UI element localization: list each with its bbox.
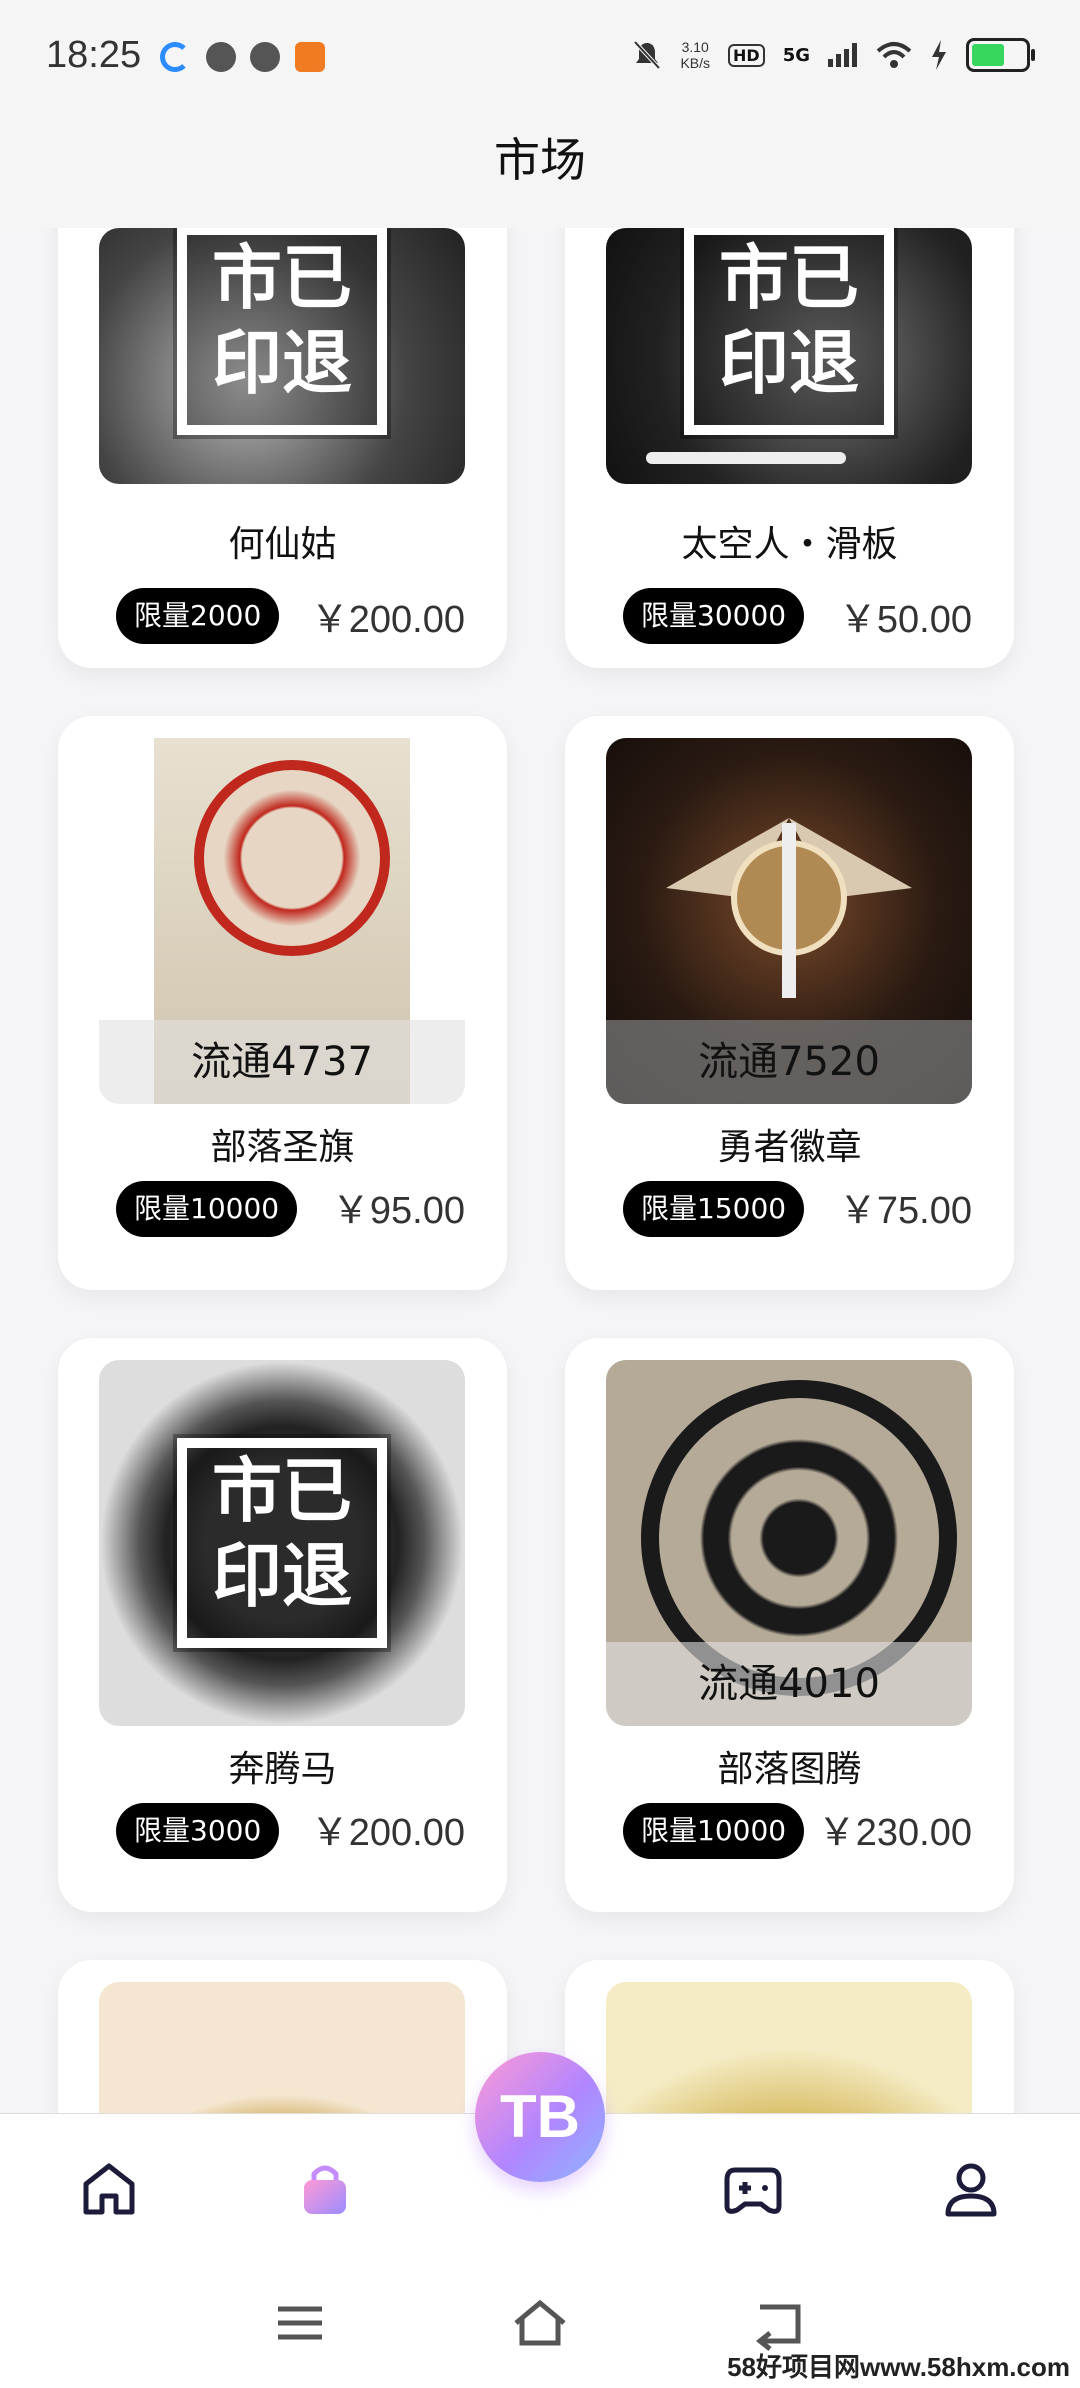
limit-badge: 限量10000 bbox=[116, 1181, 298, 1237]
back-icon[interactable] bbox=[750, 2293, 810, 2353]
hd-badge: HD bbox=[728, 43, 765, 67]
status-right: 3.10 KB/s HD 5G bbox=[632, 38, 1035, 72]
item-name: 何仙姑 bbox=[228, 524, 337, 565]
item-image bbox=[606, 1982, 972, 2113]
signal-icon bbox=[828, 43, 857, 67]
status-bar: 18:25 3.10 KB/s HD 5G bbox=[0, 0, 1080, 120]
limit-badge: 限量15000 bbox=[623, 1181, 805, 1237]
item-name: 太空人・滑板 bbox=[681, 524, 898, 565]
limit-badge: 限量10000 bbox=[623, 1803, 805, 1859]
item-price: ￥95.00 bbox=[331, 1190, 465, 1232]
skateboard-shape bbox=[646, 452, 846, 464]
item-name: 部落圣旗 bbox=[210, 1127, 355, 1168]
nav-home[interactable] bbox=[74, 2154, 144, 2224]
tb-center-button[interactable]: TB bbox=[475, 2052, 605, 2182]
limit-badge: 限量2000 bbox=[116, 588, 280, 644]
network-type: 5G bbox=[782, 44, 810, 66]
item-price: ￥230.00 bbox=[817, 1812, 972, 1854]
item-name: 部落图腾 bbox=[717, 1749, 862, 1790]
charging-icon bbox=[932, 40, 946, 70]
market-card[interactable]: 市已 印退 太空人・滑板 限量30000 ￥50.00 bbox=[565, 228, 1014, 668]
market-card[interactable] bbox=[58, 1960, 507, 2113]
limit-badge: 限量3000 bbox=[116, 1803, 280, 1859]
winged-sword-emblem bbox=[666, 818, 912, 998]
item-price: ￥200.00 bbox=[310, 1812, 465, 1854]
item-name: 奔腾马 bbox=[228, 1749, 337, 1790]
page-header: 市场 bbox=[0, 120, 1080, 228]
nav-profile[interactable] bbox=[936, 2154, 1006, 2224]
wifi-icon bbox=[876, 42, 912, 68]
market-card[interactable]: 流通4737 部落圣旗 限量10000 ￥95.00 bbox=[58, 716, 507, 1290]
item-name: 勇者徽章 bbox=[717, 1127, 862, 1168]
mute-icon bbox=[633, 40, 661, 70]
system-nav-bar: 58好项目网www.58hxm.com bbox=[0, 2253, 1080, 2388]
message-icon bbox=[206, 42, 236, 72]
limit-badge: 限量30000 bbox=[623, 588, 805, 644]
menu-icon[interactable] bbox=[270, 2293, 330, 2353]
circulation-overlay: 流通4737 bbox=[99, 1020, 465, 1104]
nav-market[interactable] bbox=[290, 2154, 360, 2224]
market-card[interactable]: 流通4010 部落图腾 限量10000 ￥230.00 bbox=[565, 1338, 1014, 1912]
shopping-bag-icon bbox=[304, 2165, 346, 2214]
item-image: 市已 印退 bbox=[606, 228, 972, 484]
home-nav-icon[interactable] bbox=[510, 2293, 570, 2353]
net-speed: 3.10 KB/s bbox=[680, 39, 711, 71]
market-card[interactable]: 流通7520 勇者徽章 限量15000 ￥75.00 bbox=[565, 716, 1014, 1290]
item-price: ￥200.00 bbox=[310, 599, 465, 641]
gamepad-icon bbox=[724, 2167, 782, 2214]
circulation-overlay: 流通7520 bbox=[606, 1020, 972, 1104]
market-card[interactable]: 市已 印退 何仙姑 限量2000 ￥200.00 bbox=[58, 228, 507, 668]
item-price: ￥75.00 bbox=[838, 1190, 972, 1232]
speedometer-icon bbox=[250, 42, 280, 72]
nav-game[interactable] bbox=[718, 2154, 788, 2224]
item-image: 市已 印退 bbox=[99, 1360, 465, 1726]
home-icon bbox=[83, 2163, 135, 2215]
item-image: 流通4010 bbox=[606, 1360, 972, 1726]
delisted-stamp: 市已 印退 bbox=[177, 1438, 387, 1648]
profile-icon bbox=[945, 2163, 997, 2217]
item-image: 流通4737 bbox=[99, 738, 465, 1104]
page-title: 市场 bbox=[494, 133, 586, 187]
market-card[interactable]: 市已 印退 奔腾马 限量3000 ￥200.00 bbox=[58, 1338, 507, 1912]
item-image: 市已 印退 bbox=[99, 228, 465, 484]
app-notification-icon bbox=[160, 42, 190, 72]
watermark: 58好项目网www.58hxm.com bbox=[727, 2352, 1070, 2382]
circulation-overlay: 流通4010 bbox=[606, 1642, 972, 1726]
market-card[interactable] bbox=[565, 1960, 1014, 2113]
delisted-stamp: 市已 印退 bbox=[177, 228, 387, 436]
status-time: 18:25 bbox=[46, 34, 142, 76]
item-price: ￥50.00 bbox=[838, 599, 972, 641]
item-image: 流通7520 bbox=[606, 738, 972, 1104]
battery-icon bbox=[966, 38, 1035, 72]
item-image bbox=[99, 1982, 465, 2113]
dragon-emblem bbox=[194, 760, 390, 956]
market-grid: 市已 印退 何仙姑 限量2000 ￥200.00 市已 印退 太空人・滑板 限量30… bbox=[0, 228, 1080, 2113]
app-badge-icon bbox=[295, 42, 325, 72]
delisted-stamp: 市已 印退 bbox=[684, 228, 894, 436]
